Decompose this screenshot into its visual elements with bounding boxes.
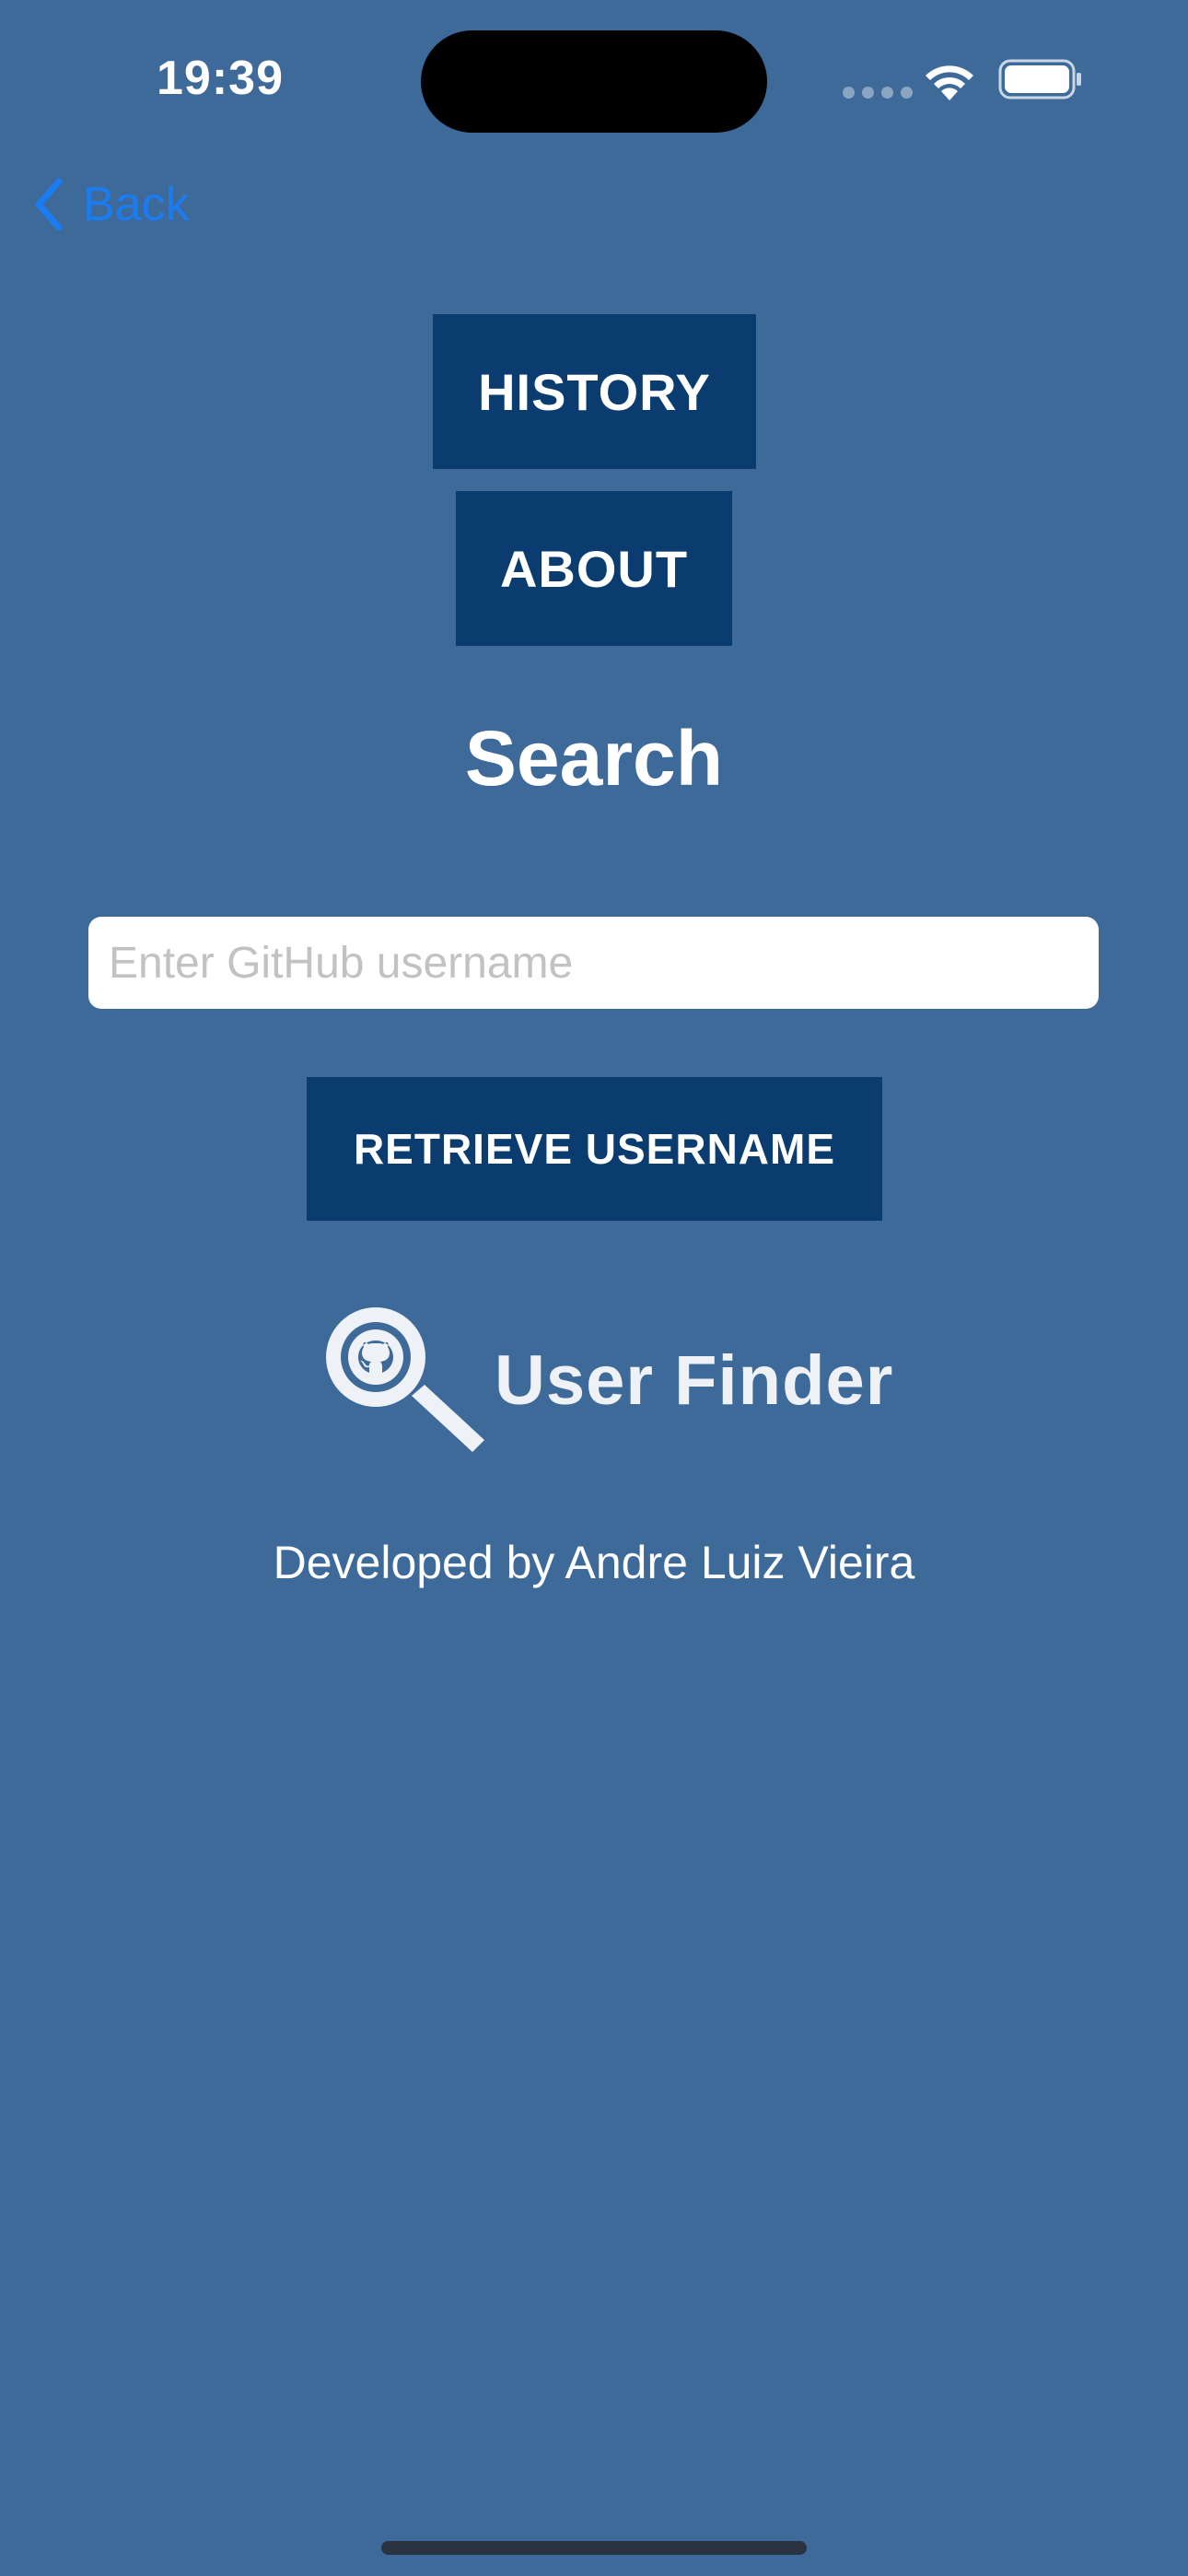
github-magnifier-icon <box>326 1307 484 1452</box>
chevron-left-icon <box>35 178 63 231</box>
cellular-signal-icon <box>843 87 913 99</box>
battery-icon <box>998 59 1083 104</box>
home-indicator[interactable] <box>381 2541 807 2555</box>
developer-credit: Developed by Andre Luiz Vieira <box>273 1537 915 1588</box>
logo-text: User Finder <box>495 1341 894 1420</box>
back-label: Back <box>83 178 190 231</box>
page-title: Search <box>464 715 724 802</box>
about-button[interactable]: ABOUT <box>456 491 732 646</box>
status-time: 19:39 <box>157 52 284 105</box>
back-button[interactable]: Back <box>33 177 190 232</box>
app-logo: User Finder <box>316 1302 893 1458</box>
history-button[interactable]: HISTORY <box>433 314 756 469</box>
wifi-icon <box>921 58 978 105</box>
retrieve-username-button[interactable]: RETRIEVE USERNAME <box>307 1077 882 1221</box>
github-username-input[interactable] <box>88 917 1099 1009</box>
dynamic-island <box>421 30 767 133</box>
